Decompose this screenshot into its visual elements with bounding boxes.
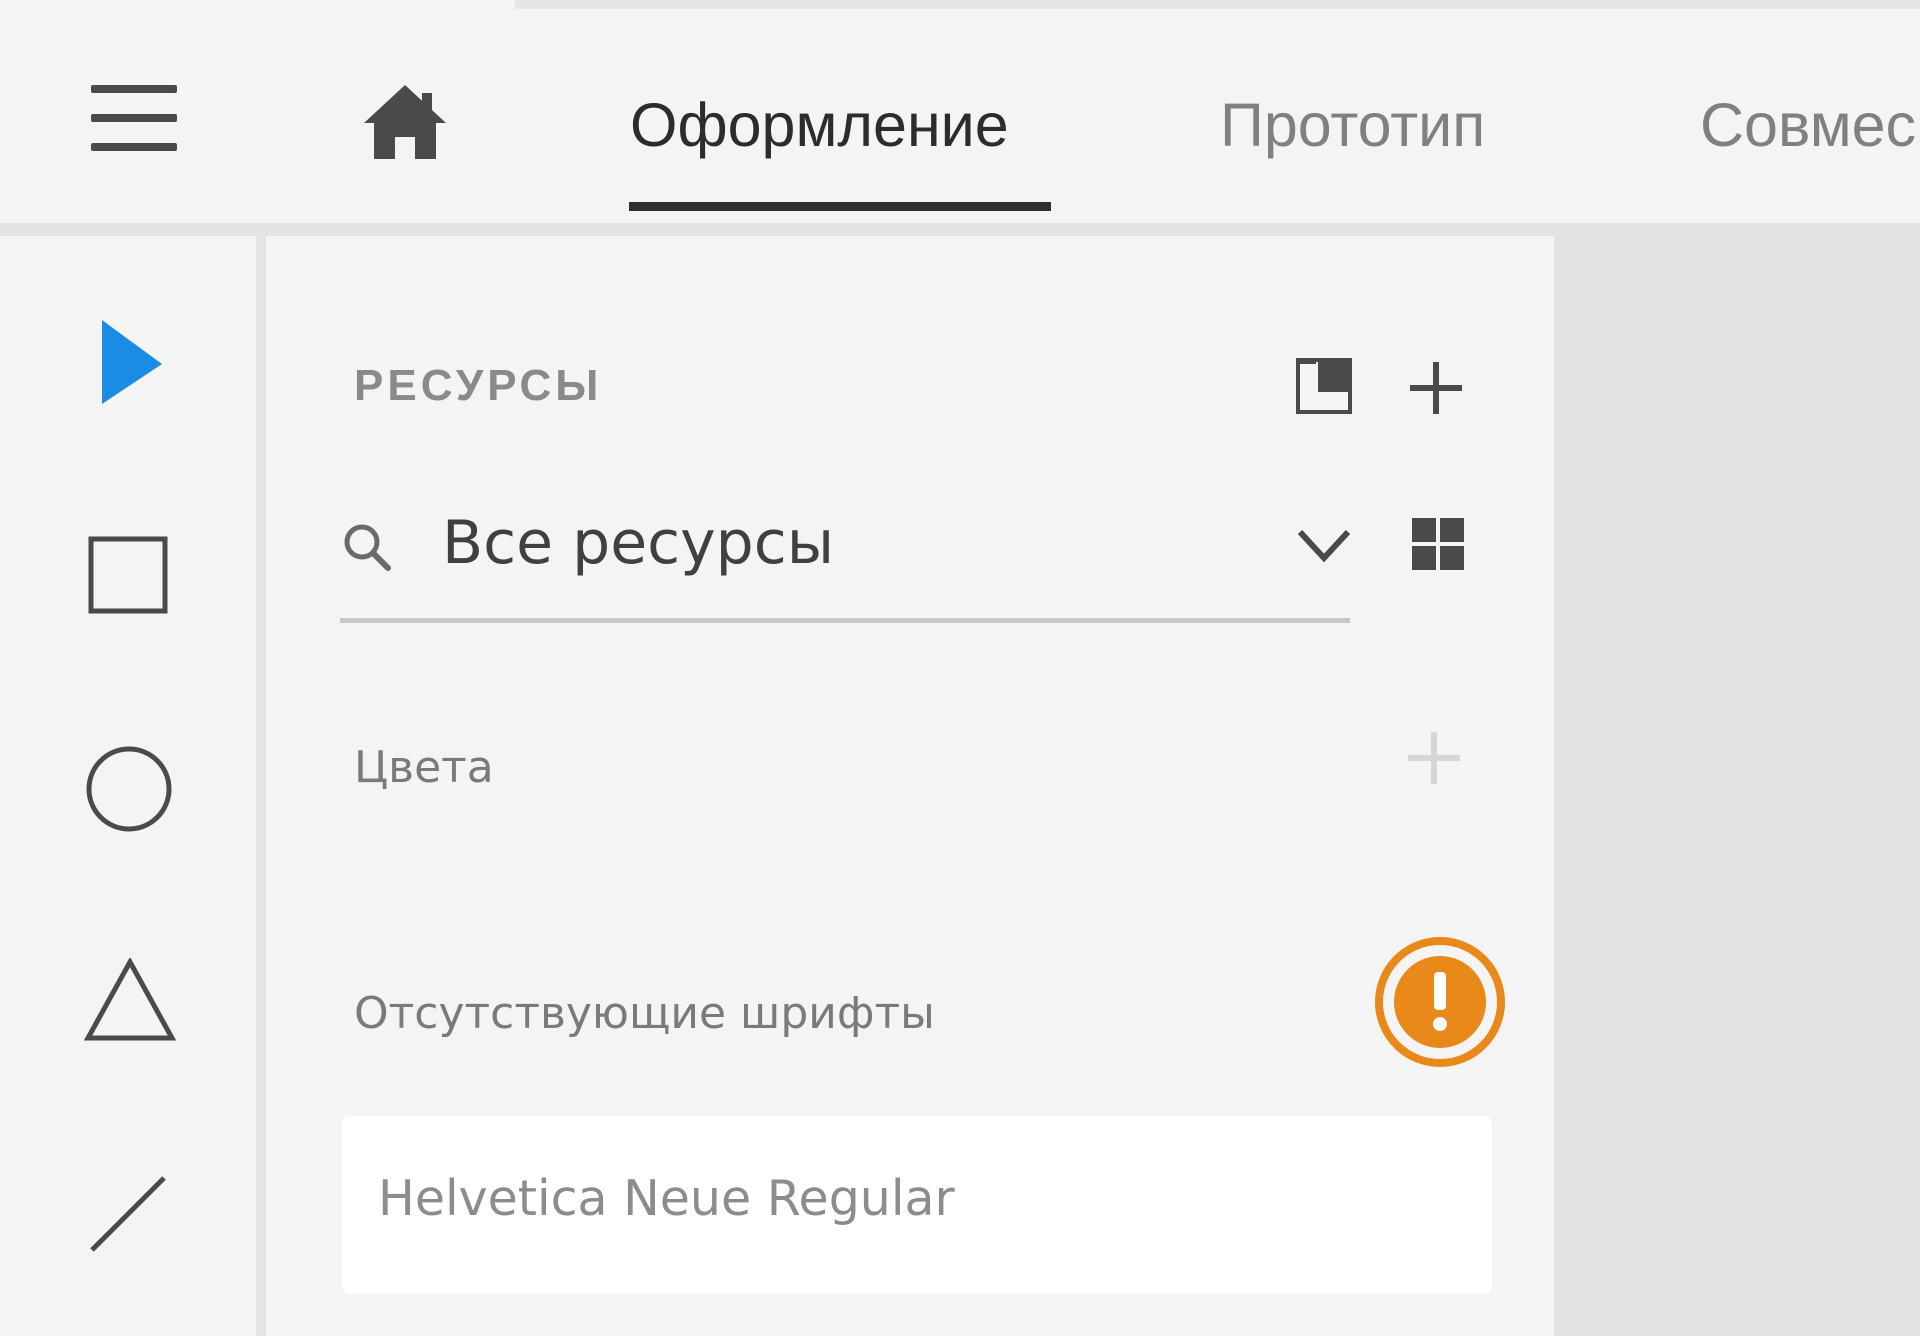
circle-icon[interactable]: [84, 744, 174, 838]
search-icon: [340, 520, 396, 580]
assets-filter-select[interactable]: Все ресурсы: [442, 508, 834, 578]
app-window: Оформление Прототип Совмес РЕСУРСЫ Все р…: [0, 0, 1920, 1336]
filter-underline: [340, 618, 1350, 623]
app-header: Оформление Прототип Совмес: [0, 9, 1920, 223]
plus-icon[interactable]: [1408, 360, 1464, 420]
home-icon[interactable]: [360, 81, 450, 161]
toolbar-separator: [256, 236, 266, 1336]
assets-panel: РЕСУРСЫ Все ресурсы Цвета Отсутствующие …: [266, 236, 1554, 1336]
missing-font-item[interactable]: Helvetica Neue Regular: [342, 1116, 1492, 1294]
triangle-icon[interactable]: [83, 956, 177, 1046]
line-icon[interactable]: [88, 1174, 168, 1258]
missing-font-name: Helvetica Neue Regular: [378, 1170, 955, 1227]
header-divider: [0, 223, 1920, 236]
top-strip: [0, 0, 1920, 9]
active-tab-indicator: [629, 202, 1051, 211]
tools-toolbar: [0, 236, 256, 1336]
rectangle-icon[interactable]: [88, 536, 168, 620]
hamburger-icon[interactable]: [91, 85, 177, 151]
exclamation-warning-icon[interactable]: [1374, 936, 1506, 1068]
link-library-icon[interactable]: [1294, 356, 1354, 420]
cursor-arrow-icon[interactable]: [100, 318, 164, 410]
colors-section-label: Цвета: [354, 742, 494, 793]
tab-share[interactable]: Совмес: [1700, 85, 1916, 165]
chevron-down-icon[interactable]: [1294, 522, 1354, 576]
missing-fonts-label: Отсутствующие шрифты: [354, 988, 935, 1039]
add-color-plus-icon[interactable]: [1406, 730, 1462, 790]
design-canvas[interactable]: [1554, 236, 1920, 1336]
panel-title: РЕСУРСЫ: [354, 361, 603, 410]
grid-view-icon[interactable]: [1410, 516, 1466, 576]
tab-design[interactable]: Оформление: [630, 85, 1009, 165]
tab-prototype[interactable]: Прототип: [1220, 85, 1485, 165]
